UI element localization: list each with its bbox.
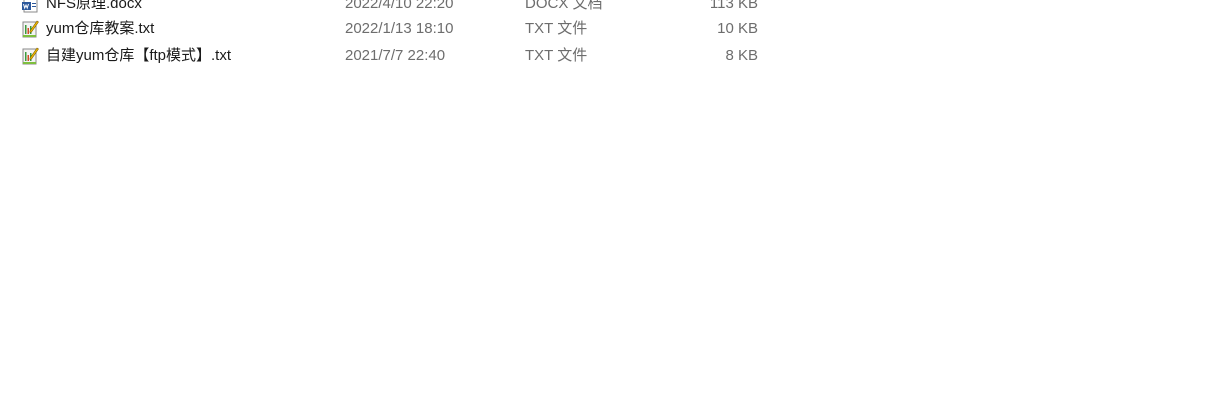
file-list: NFS原理.docx 2022/4/10 22:20 DOCX 文档 113 K… xyxy=(0,0,1206,420)
txt-file-icon xyxy=(21,46,39,65)
file-name[interactable]: yum仓库教案.txt xyxy=(46,15,154,42)
file-size: 8 KB xyxy=(725,47,758,64)
txt-file-icon xyxy=(21,19,39,38)
file-name[interactable]: 自建yum仓库【ftp模式】.txt xyxy=(46,42,231,69)
file-size: 10 KB xyxy=(717,20,758,37)
file-row[interactable]: yum仓库教案.txt 2022/1/13 18:10 TXT 文件 10 KB xyxy=(0,15,1206,42)
file-row[interactable]: 自建yum仓库【ftp模式】.txt 2021/7/7 22:40 TXT 文件… xyxy=(0,42,1206,69)
file-type: TXT 文件 xyxy=(525,20,588,37)
file-modified-date: 2022/1/13 18:10 xyxy=(345,20,454,37)
file-type: TXT 文件 xyxy=(525,47,588,64)
docx-file-icon xyxy=(21,0,39,13)
file-modified-date: 2021/7/7 22:40 xyxy=(345,47,446,64)
